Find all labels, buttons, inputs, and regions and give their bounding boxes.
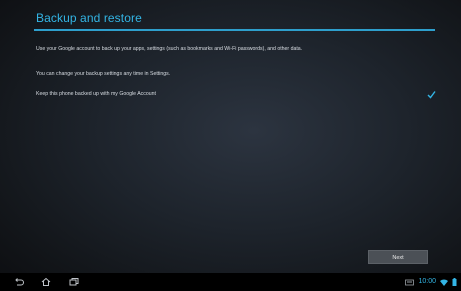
home-icon[interactable] <box>40 276 52 288</box>
header: Backup and restore <box>0 0 461 33</box>
keyboard-icon <box>405 279 415 286</box>
status-area[interactable]: 10:00 <box>405 277 457 287</box>
wifi-icon <box>440 278 448 286</box>
recent-apps-icon[interactable] <box>68 276 80 288</box>
settings-hint: You can change your backup settings any … <box>36 71 171 77</box>
clock: 10:00 <box>418 278 436 285</box>
battery-icon <box>452 278 457 286</box>
backup-description: Use your Google account to back up your … <box>36 46 303 52</box>
backup-option-row[interactable]: Keep this phone backed up with my Google… <box>34 88 439 102</box>
system-navigation-bar: 10:00 <box>0 273 461 291</box>
backup-checkbox[interactable] <box>427 90 436 99</box>
page-title: Backup and restore <box>36 11 142 25</box>
next-button[interactable]: Next <box>368 250 428 264</box>
title-divider <box>34 29 435 31</box>
back-icon[interactable] <box>13 276 25 288</box>
backup-option-label: Keep this phone backed up with my Google… <box>36 91 156 97</box>
checkmark-icon <box>427 91 436 99</box>
setup-screen: Backup and restore Use your Google accou… <box>0 0 461 291</box>
